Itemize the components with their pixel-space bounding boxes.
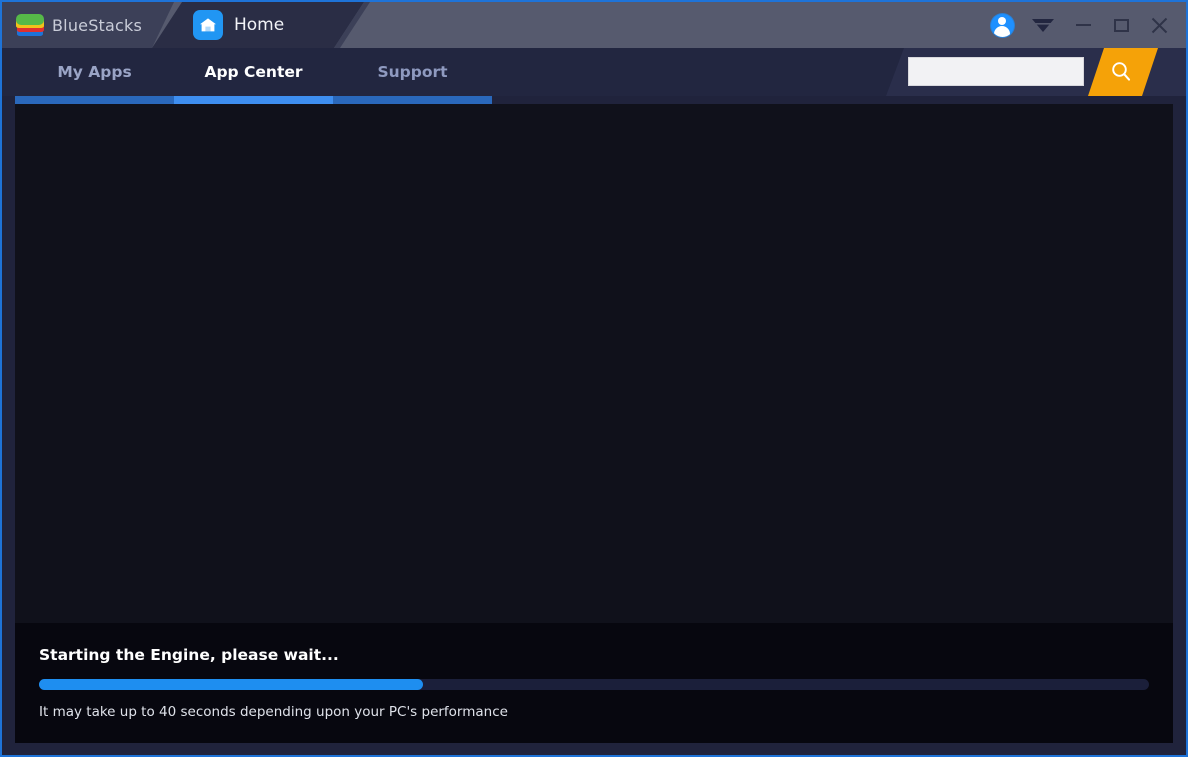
- user-avatar-icon: [991, 14, 1014, 37]
- engine-status-panel: Starting the Engine, please wait... It m…: [15, 623, 1173, 743]
- home-house-icon: [193, 10, 223, 40]
- nav-tab-app-center[interactable]: App Center: [174, 48, 333, 96]
- nav-tab-support-label: Support: [377, 63, 447, 81]
- account-avatar-button[interactable]: [982, 2, 1022, 48]
- nav-tab-my-apps[interactable]: My Apps: [15, 48, 174, 96]
- search-magnifier-icon: [1109, 60, 1133, 84]
- dropdown-button[interactable]: [1022, 2, 1064, 48]
- bluestacks-window: BlueStacks Home: [0, 0, 1188, 757]
- minimize-icon: [1076, 24, 1091, 26]
- maximize-icon: [1114, 19, 1129, 32]
- progress-bar-track: [39, 679, 1149, 690]
- close-icon: [1151, 17, 1168, 34]
- status-title: Starting the Engine, please wait...: [39, 646, 339, 664]
- search-input[interactable]: [908, 57, 1084, 86]
- nav-underline-app-center: [174, 96, 333, 104]
- title-bar: BlueStacks Home: [2, 2, 1186, 48]
- status-subtitle: It may take up to 40 seconds depending u…: [39, 704, 508, 720]
- chevron-down-icon: [1031, 17, 1055, 33]
- close-button[interactable]: [1140, 2, 1178, 48]
- nav-underline-support: [333, 96, 492, 104]
- maximize-button[interactable]: [1102, 2, 1140, 48]
- nav-underline-my-apps: [15, 96, 174, 104]
- search-area: [886, 48, 1186, 96]
- brand-label: BlueStacks: [52, 16, 142, 35]
- brand-tab[interactable]: BlueStacks: [2, 2, 174, 48]
- progress-bar-fill: [39, 679, 423, 690]
- nav-tab-my-apps-label: My Apps: [57, 63, 131, 81]
- tab-home-label: Home: [234, 15, 284, 35]
- bluestacks-stack-logo-icon: [16, 14, 44, 36]
- nav-tab-support[interactable]: Support: [333, 48, 492, 96]
- minimize-button[interactable]: [1064, 2, 1102, 48]
- nav-tab-app-center-label: App Center: [204, 63, 302, 81]
- tab-home[interactable]: Home: [152, 2, 364, 48]
- window-controls: [982, 2, 1178, 48]
- nav-underline-group: [2, 96, 1186, 104]
- main-content-area: [15, 104, 1173, 623]
